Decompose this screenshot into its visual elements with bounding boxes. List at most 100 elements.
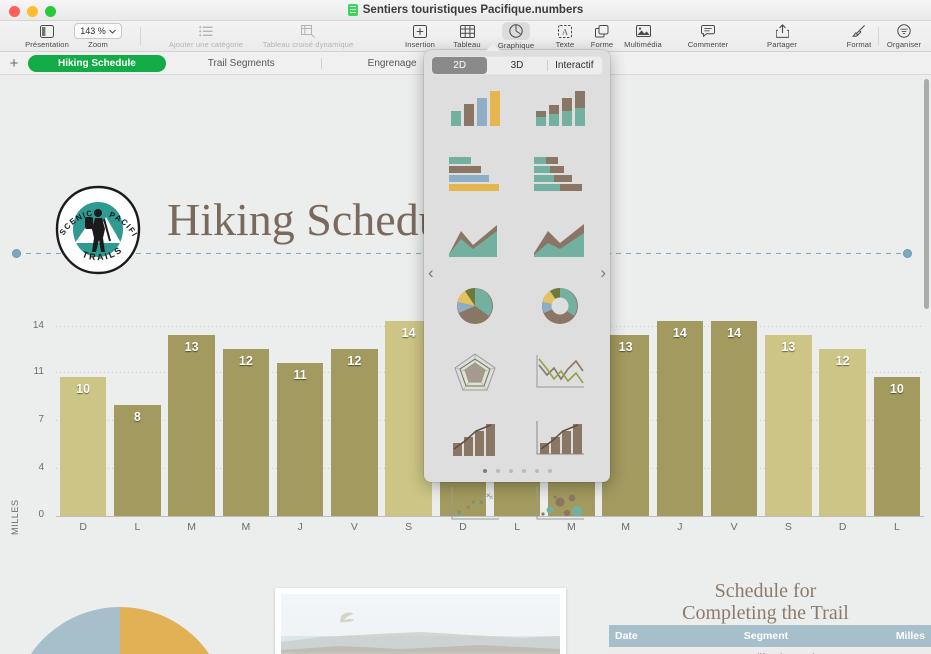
- table-icon: [460, 23, 475, 39]
- bar[interactable]: 8: [114, 405, 161, 516]
- table-cell[interactable]: 5-20 juillet 2015: [609, 647, 738, 654]
- schedule-table-block[interactable]: Schedule for Completing the Trail Date S…: [600, 580, 931, 654]
- vertical-scrollbar[interactable]: [924, 79, 929, 309]
- x-axis-tick-label: S: [382, 521, 436, 533]
- zoom-button[interactable]: [45, 6, 56, 17]
- window-controls[interactable]: [9, 6, 56, 17]
- bar[interactable]: 14: [657, 321, 704, 516]
- chart-type-scatter-chart[interactable]: ××××× ×××××: [438, 478, 511, 530]
- chart-type-bar-chart[interactable]: [438, 148, 511, 200]
- column-header-date[interactable]: Date: [609, 625, 738, 647]
- bar[interactable]: 10: [60, 377, 107, 516]
- percentage-donut-chart[interactable]: Percentage of Trail: [8, 593, 243, 654]
- segment-interactive[interactable]: Interactif: [547, 57, 602, 74]
- image-icon: [636, 23, 651, 39]
- bar-cell: 12: [816, 321, 870, 516]
- bar-cell: 12: [327, 321, 381, 516]
- svg-text:×: ×: [457, 508, 462, 517]
- chart-type-stacked-column-chart[interactable]: [523, 82, 596, 134]
- chart-type-line-chart[interactable]: [523, 346, 596, 398]
- pagination-dot[interactable]: [535, 469, 539, 473]
- toolbar-organize-button[interactable]: Organiser: [880, 21, 928, 52]
- zoom-dropdown-icon: 143 %: [74, 23, 122, 39]
- sheet-tab-hiking-schedule[interactable]: Hiking Schedule: [28, 55, 166, 72]
- bar[interactable]: 12: [223, 349, 270, 516]
- chart-type-popover[interactable]: 2D 3D Interactif ‹ ›: [424, 50, 610, 482]
- x-axis-tick-label: L: [110, 521, 164, 533]
- trail-photo[interactable]: [275, 588, 566, 654]
- brush-icon: [852, 23, 866, 39]
- toolbar-comment-label: Commenter: [688, 40, 729, 49]
- chart-type-donut-chart[interactable]: [523, 280, 596, 332]
- toolbar-zoom-control[interactable]: 143 % Zoom: [70, 21, 126, 52]
- bar[interactable]: 11: [277, 363, 324, 516]
- pagination-dot[interactable]: [509, 469, 513, 473]
- bar[interactable]: 14: [711, 321, 758, 516]
- x-axis-tick-label: D: [816, 521, 870, 533]
- minimize-button[interactable]: [27, 6, 38, 17]
- x-axis-tick-label: M: [219, 521, 273, 533]
- svg-text:×: ×: [486, 491, 491, 500]
- bar-value-label: 10: [874, 382, 921, 396]
- x-axis-tick-label: M: [599, 521, 653, 533]
- table-cell[interactable]: California Sections P, Q, R: [738, 647, 873, 654]
- chart-type-column-line-chart[interactable]: [438, 412, 511, 464]
- pagination-dot[interactable]: [548, 469, 552, 473]
- bar-value-label: 12: [819, 354, 866, 368]
- pagination-dot[interactable]: [483, 469, 487, 473]
- chart-type-bubble-chart[interactable]: [523, 478, 596, 530]
- document-title-text: Sentiers touristiques Pacifique.numbers: [363, 4, 583, 16]
- bar[interactable]: 10: [874, 377, 921, 516]
- toolbar-insert-button[interactable]: Insertion: [396, 21, 444, 52]
- tab-divider: [321, 58, 322, 69]
- bar[interactable]: 12: [331, 349, 378, 516]
- chart-type-column-line-axis-chart[interactable]: [523, 412, 596, 464]
- schedule-table[interactable]: Date Segment Milles 5-20 juillet 2015Cal…: [609, 625, 931, 654]
- chart-type-area-chart[interactable]: [438, 214, 511, 266]
- chart-type-stacked-bar-chart[interactable]: [523, 148, 596, 200]
- bar-value-label: 11: [277, 368, 324, 382]
- column-header-segment[interactable]: Segment: [738, 625, 873, 647]
- chart-type-stacked-area-chart[interactable]: [523, 214, 596, 266]
- x-axis-tick-label: J: [653, 521, 707, 533]
- segment-2d[interactable]: 2D: [432, 57, 487, 74]
- svg-text:×: ×: [479, 498, 484, 507]
- bar-cell: 13: [761, 321, 815, 516]
- toolbar-table-button[interactable]: Tableau: [444, 21, 490, 52]
- x-axis-tick-label: J: [273, 521, 327, 533]
- sheet-tab-trail-segments[interactable]: Trail Segments: [194, 55, 289, 72]
- pagination-dot[interactable]: [522, 469, 526, 473]
- document-title: Sentiers touristiques Pacifique.numbers: [348, 4, 583, 16]
- chart-type-column-chart[interactable]: [438, 82, 511, 134]
- column-header-milles[interactable]: Milles: [873, 625, 931, 647]
- toolbar-media-label: Multimédia: [624, 40, 662, 49]
- table-row[interactable]: 5-20 juillet 2015California Sections P, …: [609, 647, 931, 654]
- close-button[interactable]: [9, 6, 20, 17]
- next-page-chevron-icon[interactable]: ›: [600, 264, 606, 281]
- donut-slice-completed: [120, 607, 228, 654]
- segment-3d[interactable]: 3D: [489, 57, 544, 74]
- bar[interactable]: 12: [819, 349, 866, 516]
- chart-type-radar-chart[interactable]: [438, 346, 511, 398]
- bar[interactable]: 13: [168, 335, 215, 516]
- bar-value-label: 10: [60, 382, 107, 396]
- chart-type-pie-chart[interactable]: [438, 280, 511, 332]
- toolbar: Présentation 143 % Zoom Ajouter une caté…: [0, 21, 931, 52]
- toolbar-pivot-table-button[interactable]: Tableau croisé dynamique: [228, 21, 388, 52]
- bar-cell: 11: [273, 321, 327, 516]
- sheet-tab-engrenage[interactable]: Engrenage: [354, 55, 431, 72]
- toolbar-share-button[interactable]: Partager: [755, 21, 809, 52]
- chart-dimension-segmented-control[interactable]: 2D 3D Interactif: [431, 56, 603, 75]
- table-cell[interactable]: 190: [873, 647, 931, 654]
- toolbar-format-button[interactable]: Format: [836, 21, 882, 52]
- bar-cell: 10: [56, 321, 110, 516]
- previous-page-chevron-icon[interactable]: ‹: [428, 264, 434, 281]
- popover-pagination[interactable]: [424, 469, 610, 473]
- toolbar-text-label: Texte: [556, 40, 575, 49]
- toolbar-comment-button[interactable]: Commenter: [676, 21, 740, 52]
- toolbar-media-button[interactable]: Multimédia: [614, 21, 672, 52]
- comment-icon: [701, 23, 715, 39]
- bar[interactable]: 13: [765, 335, 812, 516]
- pagination-dot[interactable]: [496, 469, 500, 473]
- add-sheet-button[interactable]: +: [0, 56, 28, 71]
